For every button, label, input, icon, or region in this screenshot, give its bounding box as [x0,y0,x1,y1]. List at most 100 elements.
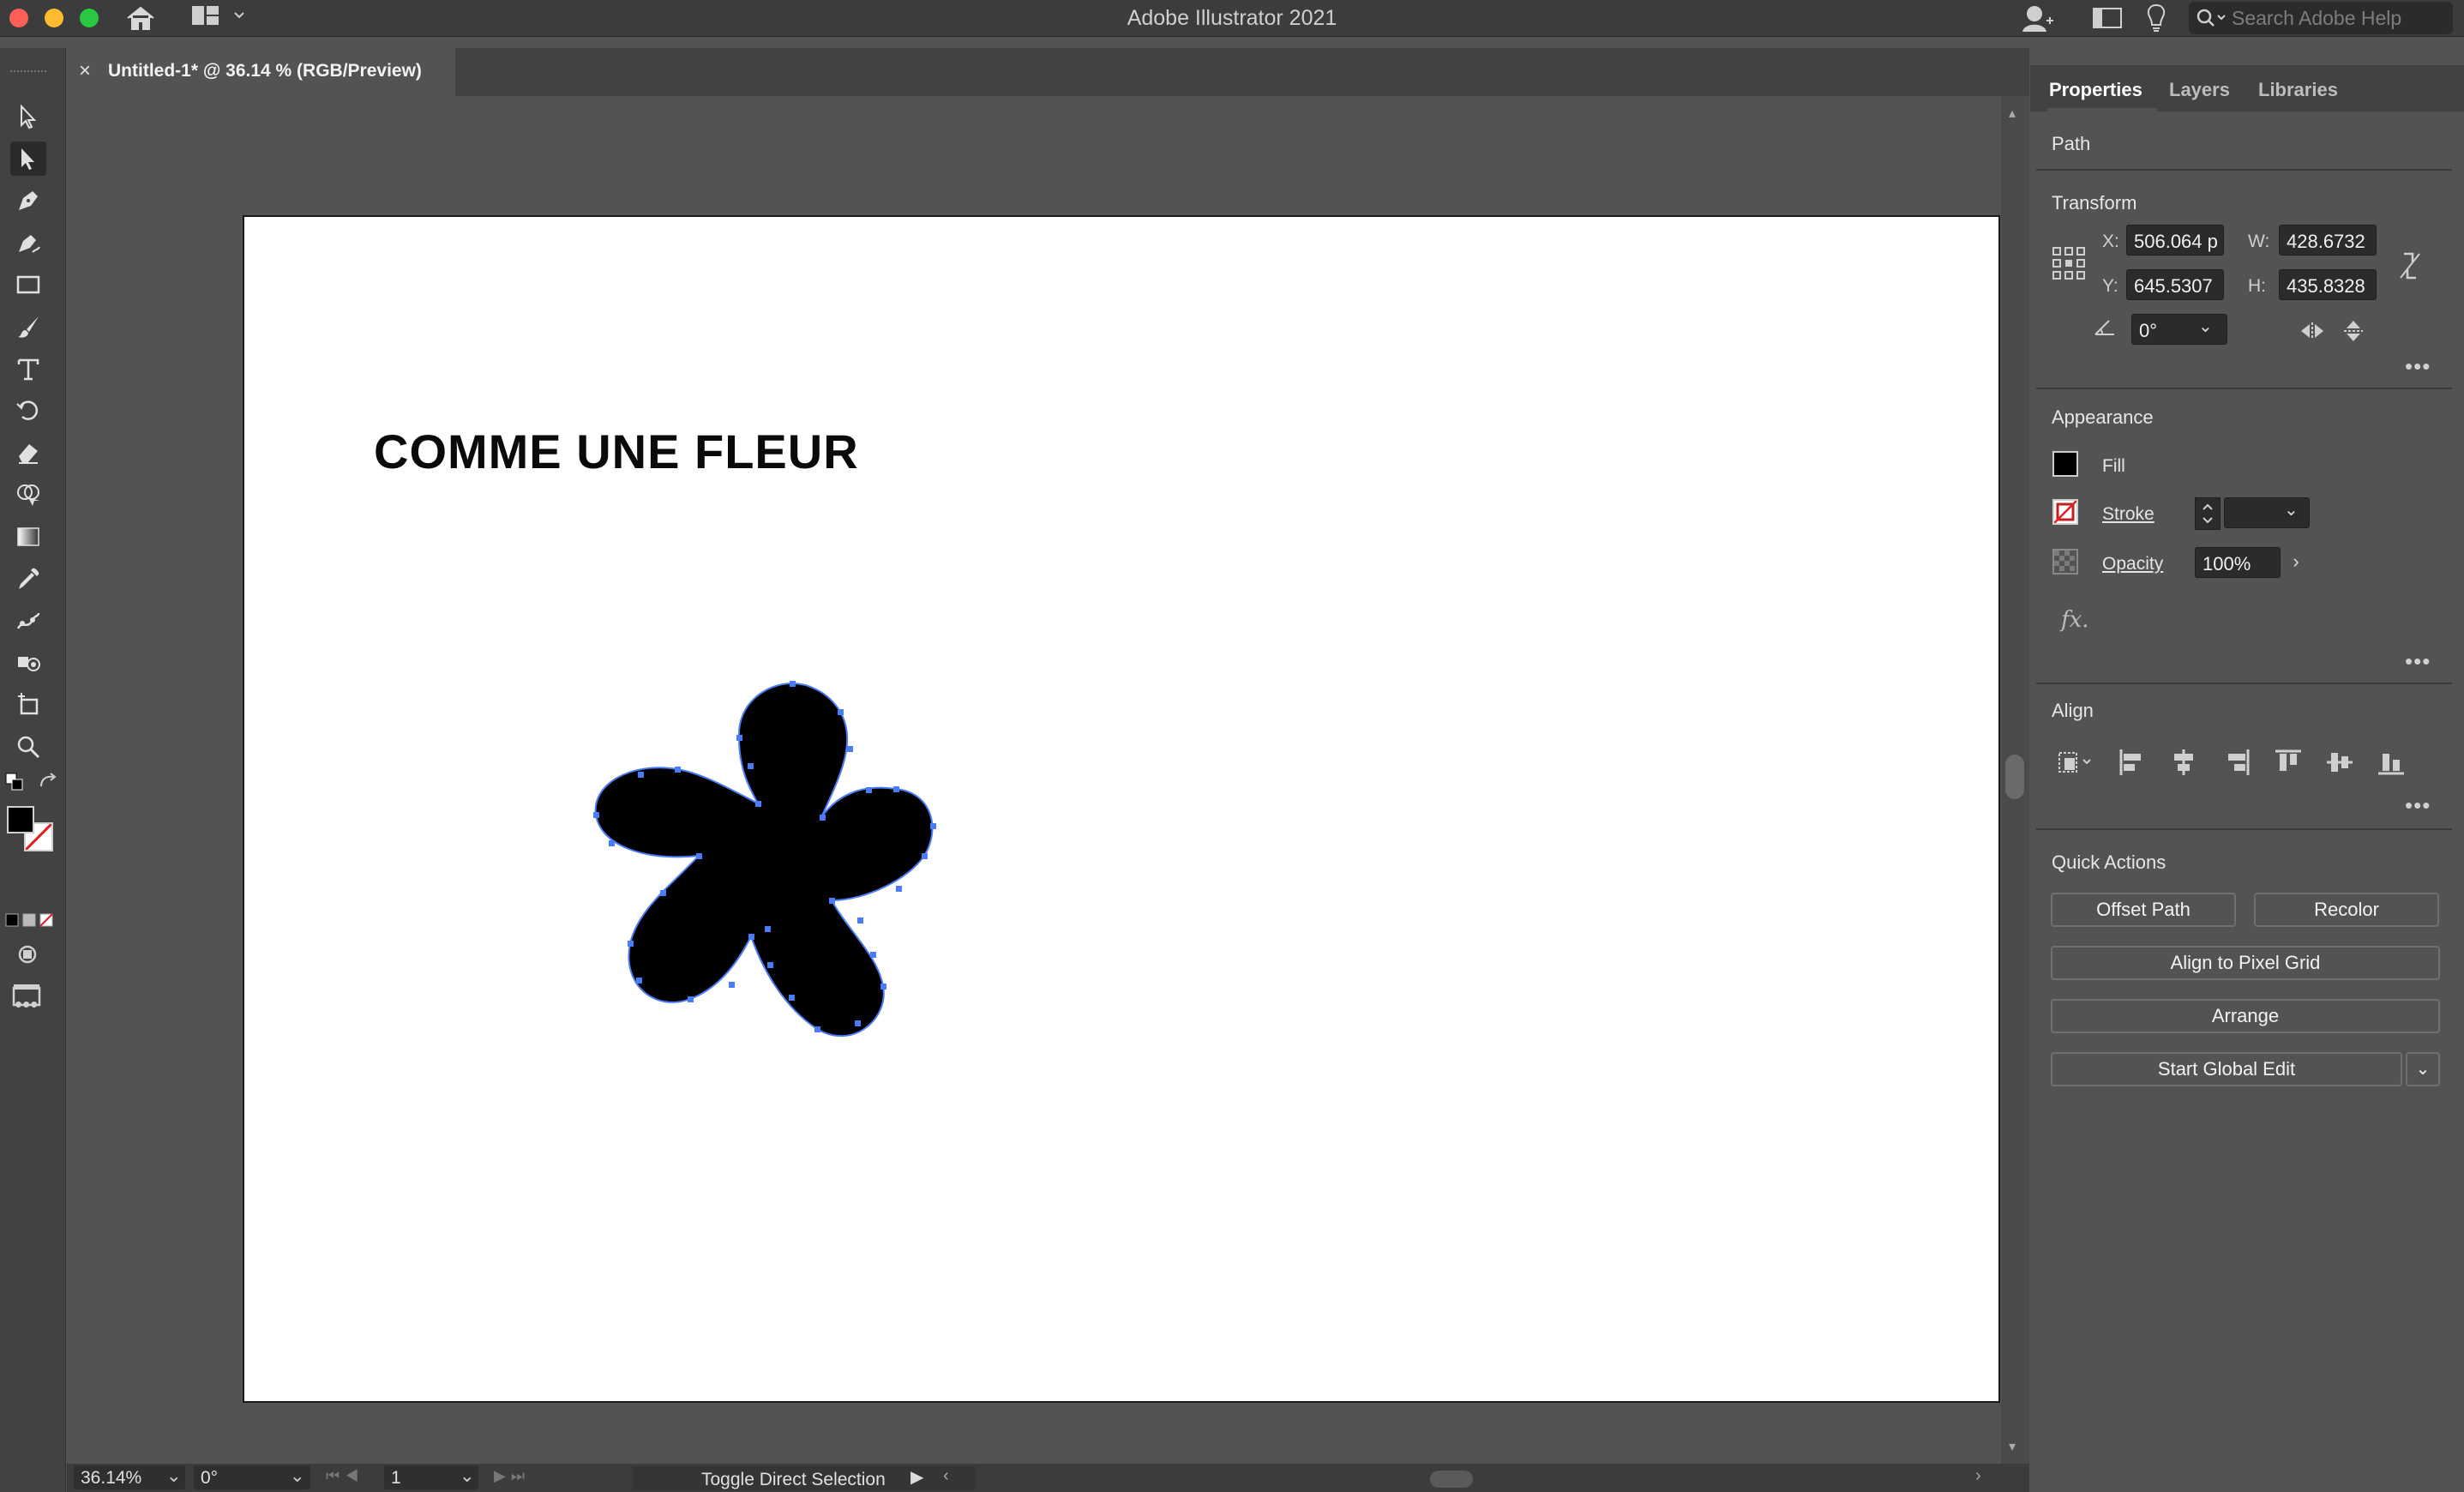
color-mode-icons[interactable] [5,912,53,928]
artboard[interactable] [243,215,2000,1403]
tab-properties[interactable]: Properties [2049,79,2142,101]
scroll-right-icon[interactable]: › [1975,1466,1981,1486]
global-edit-options-dropdown-icon[interactable]: ⌄ [2406,1052,2440,1086]
vertical-scroll-thumb[interactable] [2005,755,2024,799]
direct-selection-tool-icon[interactable] [10,141,46,176]
y-label: Y: [2102,276,2118,296]
opacity-expand-icon[interactable]: › [2282,545,2310,578]
stroke-weight-stepper[interactable] [2195,497,2221,530]
stroke-label[interactable]: Stroke [2102,504,2154,525]
divider [2036,169,2452,171]
transform-more-options-icon[interactable]: ••• [2405,353,2431,380]
flip-horizontal-icon[interactable] [2299,321,2325,341]
selection-tool-icon[interactable] [10,99,46,134]
toolbar-grip[interactable] [10,70,46,75]
share-user-icon[interactable] [2021,3,2055,33]
fill-color-swatch[interactable] [7,806,34,833]
eraser-tool-icon[interactable] [10,436,46,470]
opacity-input[interactable]: 100% [2195,547,2281,578]
recolor-button[interactable]: Recolor [2254,893,2439,927]
appearance-more-options-icon[interactable]: ••• [2405,648,2431,675]
tab-layers[interactable]: Layers [2169,79,2230,101]
artboard-heading-text[interactable]: COMME UNE FLEUR [374,424,859,479]
align-to-pixel-grid-button[interactable]: Align to Pixel Grid [2051,946,2440,980]
next-last-artboard-icons[interactable]: ▶⏭ [494,1467,530,1485]
artboard-tool-icon[interactable] [10,688,46,722]
artboard-number-value: 1 [391,1468,401,1488]
status-menu-icon[interactable]: ▶ [910,1466,923,1488]
scroll-down-icon[interactable]: ▾ [2009,1438,2016,1455]
document-tab[interactable]: × Untitled-1* @ 36.14 % (RGB/Preview) [67,48,455,96]
angle-dropdown-icon[interactable]: ⌄ [2198,316,2213,337]
type-tool-icon[interactable] [10,352,46,386]
artboard-number-field[interactable]: 1 ⌄ [384,1465,478,1489]
arrange-documents-icon[interactable] [2092,7,2123,29]
scroll-left-icon[interactable]: ‹ [943,1466,949,1486]
edit-toolbar-icon[interactable]: ••• [15,991,38,1018]
eyedropper-tool-icon[interactable] [10,562,46,596]
transform-title: Transform [2052,192,2137,214]
rotate-angle-input[interactable]: 0° [2131,314,2227,345]
tab-libraries[interactable]: Libraries [2258,79,2338,101]
horizontal-scroll-thumb[interactable] [1430,1471,1473,1488]
reference-point-icon[interactable] [2052,246,2086,280]
artboard-dropdown-icon[interactable]: ⌄ [460,1465,475,1487]
status-bar: 36.14% ⌄ 0° ⌄ ⏮◀ 1 ⌄ ▶⏭ Toggle Direct Se… [67,1464,2029,1492]
rotate-angle-value: 0° [2139,320,2158,341]
align-right-icon[interactable] [2222,748,2251,777]
first-prev-artboard-icons[interactable]: ⏮◀ [326,1467,364,1485]
start-global-edit-button[interactable]: Start Global Edit [2051,1052,2402,1086]
effects-fx-icon[interactable]: fx. [2061,607,2089,633]
draw-mode-icon[interactable] [15,943,39,966]
symbol-sprayer-tool-icon[interactable] [10,646,46,680]
rotate-tool-icon[interactable] [10,394,46,428]
y-position-input[interactable]: 645.5307 [2126,269,2224,300]
opacity-icon[interactable] [2052,549,2078,575]
align-bottom-icon[interactable] [2377,748,2406,777]
search-adobe-help-input[interactable]: Search Adobe Help [2189,2,2453,34]
paintbrush-tool-icon[interactable] [10,310,46,344]
close-tab-icon[interactable]: × [79,59,91,83]
curvature-tool-icon[interactable] [10,226,46,260]
pen-tool-icon[interactable] [10,183,46,218]
zoom-level-value: 36.14% [81,1468,142,1488]
rotation-field[interactable]: 0° ⌄ [194,1465,310,1489]
divider [2036,388,2452,389]
align-more-options-icon[interactable]: ••• [2405,792,2431,819]
offset-path-button[interactable]: Offset Path [2051,893,2236,927]
height-input[interactable]: 435.8328 [2279,269,2377,300]
appearance-title: Appearance [2052,406,2154,428]
status-readout[interactable]: Toggle Direct Selection [633,1466,976,1490]
align-left-icon[interactable] [2118,748,2147,777]
arrange-button[interactable]: Arrange [2051,999,2440,1033]
document-tab-label: Untitled-1* @ 36.14 % (RGB/Preview) [108,61,422,81]
opacity-label[interactable]: Opacity [2102,554,2163,575]
stroke-swatch[interactable] [2052,499,2078,525]
title-bar: Adobe Illustrator 2021 Search Adobe Help [0,0,2464,37]
align-top-icon[interactable] [2274,748,2303,777]
zoom-level-field[interactable]: 36.14% ⌄ [74,1465,185,1489]
h-label: H: [2248,276,2266,296]
align-vertical-center-icon[interactable] [2325,748,2354,777]
zoom-tool-icon[interactable] [10,730,46,764]
fill-swatch[interactable] [2052,451,2078,477]
puppet-warp-tool-icon[interactable] [10,604,46,638]
align-to-selection-icon[interactable] [2054,748,2099,777]
rotation-dropdown-icon[interactable]: ⌄ [290,1465,305,1487]
rectangle-tool-icon[interactable] [10,268,46,302]
swap-fill-stroke-icon[interactable] [38,773,58,791]
zoom-dropdown-icon[interactable]: ⌄ [166,1465,182,1487]
x-position-input[interactable]: 506.064 p [2126,225,2224,256]
tools-panel: ••• [0,48,66,1492]
align-horizontal-center-icon[interactable] [2169,748,2198,777]
constrain-proportions-icon[interactable] [2397,250,2423,281]
lightbulb-icon[interactable] [2145,3,2167,33]
scroll-up-icon[interactable]: ▴ [2009,105,2016,122]
width-input[interactable]: 428.6732 [2279,225,2377,256]
gradient-tool-icon[interactable] [10,520,46,554]
shape-builder-tool-icon[interactable] [10,478,46,512]
stroke-weight-dropdown-icon[interactable]: ⌄ [2284,499,2299,520]
flip-vertical-icon[interactable] [2342,319,2365,343]
flower-shape[interactable] [549,669,1063,1183]
default-fill-stroke-icon[interactable] [5,773,24,791]
